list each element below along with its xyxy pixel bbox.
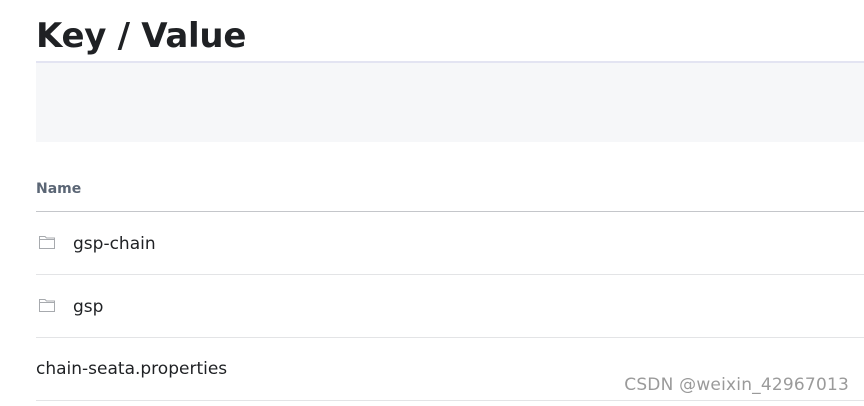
folder-icon: [39, 299, 55, 312]
key-value-page: Key / Value Name gsp-chain gsp chain-sea…: [0, 0, 864, 406]
folder-icon: [39, 236, 55, 249]
row-name-link[interactable]: gsp: [73, 296, 103, 318]
page-title: Key / Value: [36, 16, 247, 56]
table-header: Name: [36, 172, 864, 212]
watermark: CSDN @weixin_42967013: [624, 375, 849, 395]
row-name-link[interactable]: chain-seata.properties: [36, 358, 227, 380]
column-header-name[interactable]: Name: [36, 181, 81, 197]
table-row-folder[interactable]: gsp: [36, 275, 864, 338]
row-name-link[interactable]: gsp-chain: [73, 233, 156, 255]
table-row-folder[interactable]: gsp-chain: [36, 212, 864, 275]
toolbar-area: [36, 61, 864, 142]
